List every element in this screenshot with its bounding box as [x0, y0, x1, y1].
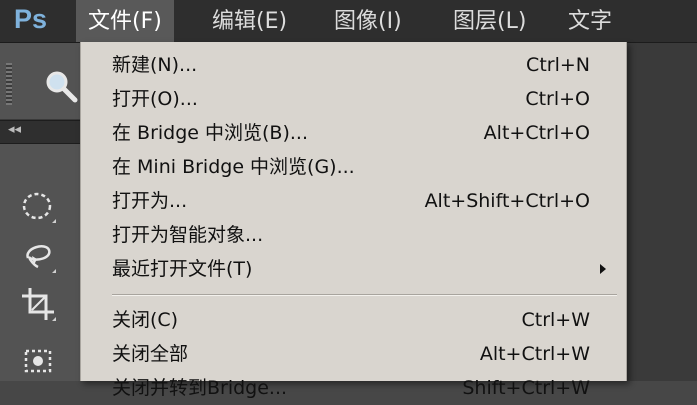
menu-image[interactable]: 图像(I) — [322, 0, 414, 42]
menu-type[interactable]: 文字 — [556, 0, 624, 42]
menu-item-close[interactable]: 关闭(C) Ctrl+W — [81, 303, 626, 337]
tool-flyout-indicator — [52, 269, 56, 273]
tool-flyout-indicator — [52, 317, 56, 321]
elliptical-marquee-icon[interactable] — [18, 186, 58, 226]
menu-bar: Ps 文件(F) 编辑(E) 图像(I) 图层(L) 文字 — [0, 0, 697, 43]
submenu-arrow-icon — [600, 264, 606, 274]
menu-item-label: 关闭全部 — [112, 343, 189, 365]
options-bar — [0, 43, 80, 120]
menu-item-shortcut: Alt+Shift+Ctrl+O — [424, 190, 590, 212]
menu-item-open[interactable]: 打开(O)... Ctrl+O — [81, 82, 626, 116]
menu-item-label: 在 Mini Bridge 中浏览(G)... — [112, 156, 355, 178]
lasso-icon[interactable] — [18, 236, 58, 276]
menu-file[interactable]: 文件(F) — [76, 0, 174, 42]
menu-item-label: 在 Bridge 中浏览(B)... — [112, 122, 308, 144]
menu-item-label: 打开(O)... — [112, 88, 198, 110]
menu-item-shortcut: Ctrl+O — [525, 88, 590, 110]
menu-item-open-as-smart-object[interactable]: 打开为智能对象... — [81, 218, 626, 252]
file-menu-dropdown: 新建(N)... Ctrl+N 打开(O)... Ctrl+O 在 Bridge… — [80, 42, 627, 399]
workspace-background — [625, 43, 697, 381]
menu-item-shortcut: Alt+Ctrl+O — [483, 122, 590, 144]
photoshop-logo: Ps — [14, 4, 48, 34]
menu-item-label: 关闭(C) — [112, 309, 179, 331]
menu-edit[interactable]: 编辑(E) — [200, 0, 299, 42]
magnifier-icon[interactable] — [44, 69, 78, 107]
menu-item-close-and-go-to-bridge[interactable]: 关闭并转到Bridge... Shift+Ctrl+W — [81, 371, 626, 405]
menu-item-label: 打开为智能对象... — [112, 224, 264, 246]
tool-flyout-indicator — [52, 219, 56, 223]
menu-item-new[interactable]: 新建(N)... Ctrl+N — [81, 48, 626, 82]
menu-item-label: 最近打开文件(T) — [112, 258, 253, 280]
menu-item-shortcut: Ctrl+W — [521, 309, 590, 331]
menu-item-close-all[interactable]: 关闭全部 Alt+Ctrl+W — [81, 337, 626, 371]
collapse-icon[interactable]: ◂◂ — [8, 122, 21, 137]
menu-item-shortcut: Alt+Ctrl+W — [479, 343, 590, 365]
menu-separator — [112, 294, 617, 296]
quick-selection-icon[interactable] — [18, 339, 58, 379]
tools-panel — [0, 144, 80, 381]
menu-item-browse-bridge[interactable]: 在 Bridge 中浏览(B)... Alt+Ctrl+O — [81, 116, 626, 150]
menu-item-shortcut: Shift+Ctrl+W — [462, 377, 590, 399]
menu-item-label: 关闭并转到Bridge... — [112, 377, 288, 399]
tools-panel-header: ◂◂ — [0, 120, 80, 144]
menu-item-open-recent[interactable]: 最近打开文件(T) — [81, 252, 626, 286]
menu-item-label: 新建(N)... — [112, 54, 198, 76]
menu-item-open-as[interactable]: 打开为... Alt+Shift+Ctrl+O — [81, 184, 626, 218]
panel-grip[interactable] — [6, 63, 12, 105]
menu-item-browse-mini-bridge[interactable]: 在 Mini Bridge 中浏览(G)... — [81, 150, 626, 184]
menu-layer[interactable]: 图层(L) — [441, 0, 538, 42]
menu-item-label: 打开为... — [112, 190, 188, 212]
menu-item-shortcut: Ctrl+N — [526, 54, 590, 76]
crop-icon[interactable] — [18, 284, 58, 324]
